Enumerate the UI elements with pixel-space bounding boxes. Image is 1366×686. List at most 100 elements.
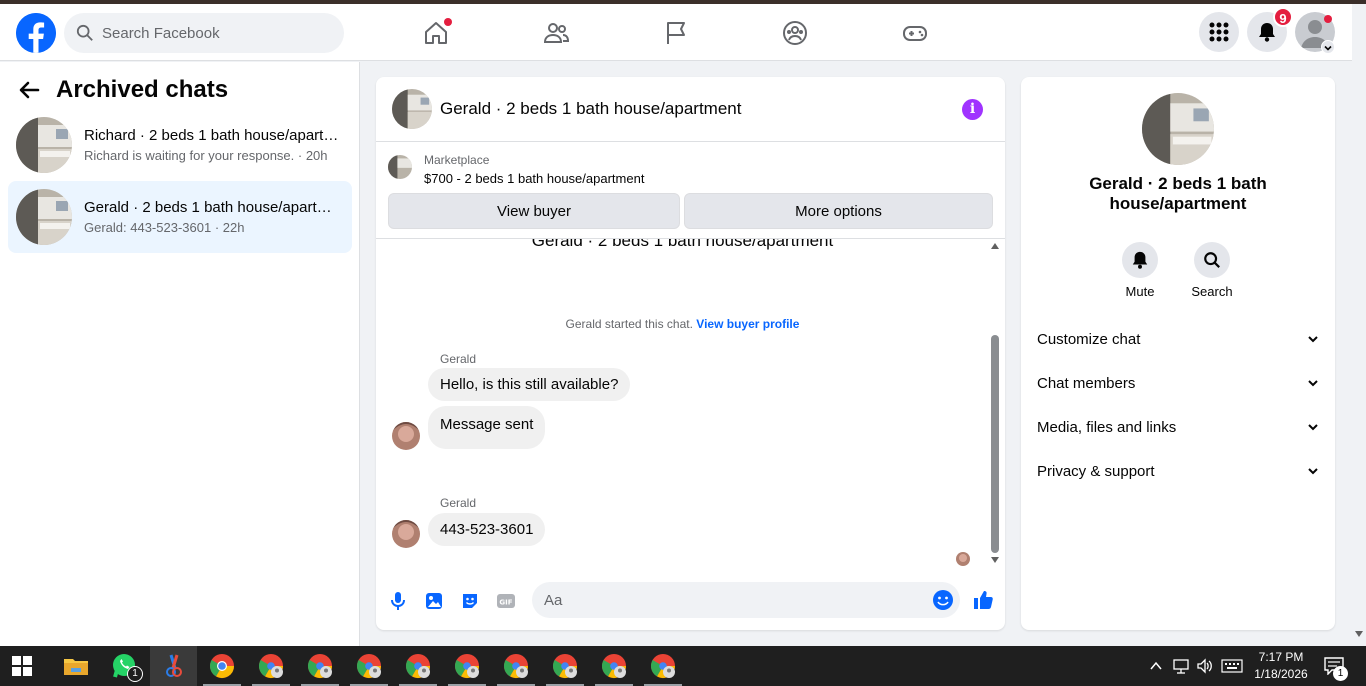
account-chevron-down-icon[interactable] [1321, 40, 1335, 54]
section-label: Privacy & support [1037, 462, 1155, 480]
chrome-profile-icon[interactable] [257, 652, 285, 680]
sender-avatar[interactable] [392, 520, 420, 548]
search-label: Search [1191, 284, 1233, 299]
page-scrollbar[interactable] [1352, 4, 1366, 646]
search-input[interactable] [102, 24, 322, 42]
chrome-profile-icon[interactable] [453, 652, 481, 680]
chrome-profile-icon[interactable] [551, 652, 579, 680]
file-explorer-icon[interactable] [62, 652, 90, 680]
message-input[interactable] [544, 591, 914, 609]
chat-item-richard[interactable]: Richard · 2 beds 1 bath house/apartment … [8, 109, 352, 181]
clock-date: 1/18/2026 [1254, 667, 1308, 681]
archived-chats-sidebar: Archived chats Richard · 2 beds 1 bath h… [0, 62, 360, 646]
chat-started-notice: Gerald started this chat. View buyer pro… [376, 317, 989, 331]
facebook-logo-icon[interactable] [16, 13, 56, 53]
chrome-profile-icon[interactable] [600, 652, 628, 680]
search-icon [76, 24, 93, 41]
message-thread[interactable]: Gerald · 2 beds 1 bath house/apartment G… [376, 239, 1005, 569]
chat-item-subtitle: Richard is waiting for your response. · … [84, 148, 328, 163]
seen-receipt-avatar [956, 552, 970, 566]
details-name: Gerald · 2 beds 1 bath house/apartment [1089, 174, 1267, 213]
info-icon[interactable]: i [962, 99, 983, 120]
account-notification-dot [1324, 15, 1332, 23]
listing-thumbnail [388, 155, 412, 179]
mute-label: Mute [1125, 284, 1155, 299]
gif-icon[interactable]: GIF [496, 591, 516, 611]
action-center-badge: 1 [1333, 666, 1348, 681]
groups-icon[interactable] [781, 19, 809, 47]
chrome-profile-icon[interactable] [306, 652, 334, 680]
menu-button[interactable] [1199, 12, 1239, 52]
chrome-profile-icon[interactable] [355, 652, 383, 680]
volume-icon[interactable] [1196, 658, 1214, 674]
keyboard-icon[interactable] [1221, 659, 1243, 673]
chrome-profile-icon[interactable] [649, 652, 677, 680]
view-buyer-profile-link[interactable]: View buyer profile [696, 317, 799, 331]
privacy-support-section[interactable]: Privacy & support [1037, 456, 1319, 486]
scrollbar-thumb[interactable] [991, 335, 999, 553]
thumbs-up-icon[interactable] [972, 589, 994, 611]
bell-icon [1132, 251, 1148, 269]
conversation-title[interactable]: Gerald · 2 beds 1 bath house/apartment [440, 99, 741, 119]
snipping-tool-icon[interactable] [160, 652, 188, 680]
mute-button[interactable]: Mute [1110, 242, 1170, 299]
message-input-box[interactable] [532, 582, 960, 618]
conversation-panel: Gerald · 2 beds 1 bath house/apartment i… [376, 77, 1005, 630]
gaming-icon[interactable] [901, 19, 929, 47]
scroll-down-arrow-icon[interactable] [991, 557, 999, 563]
listing-thumbnail [16, 189, 72, 245]
customize-chat-section[interactable]: Customize chat [1037, 324, 1319, 354]
page-scroll-down-arrow-icon[interactable] [1355, 631, 1363, 637]
media-files-links-section[interactable]: Media, files and links [1037, 412, 1319, 442]
conversation-header: Gerald · 2 beds 1 bath house/apartment i [376, 77, 1005, 142]
chat-details-panel: Gerald · 2 beds 1 bath house/apartment M… [1021, 77, 1335, 630]
back-arrow-icon[interactable] [18, 79, 40, 101]
search-in-chat-button[interactable]: Search [1182, 242, 1242, 299]
view-buyer-button[interactable]: View buyer [388, 193, 680, 229]
pages-flag-icon[interactable] [662, 19, 690, 47]
system-clock[interactable]: 7:17 PM 1/18/2026 [1244, 649, 1318, 683]
chat-members-section[interactable]: Chat members [1037, 368, 1319, 398]
chat-item-title: Richard · 2 beds 1 bath house/apartment [84, 127, 344, 144]
whatsapp-badge: 1 [127, 666, 143, 682]
show-hidden-icons-chevron-icon[interactable] [1150, 661, 1162, 671]
more-options-button[interactable]: More options [684, 193, 993, 229]
notifications-badge: 9 [1273, 7, 1293, 27]
search-icon [1204, 252, 1220, 268]
sticker-icon[interactable] [460, 591, 480, 611]
chat-item-gerald[interactable]: Gerald · 2 beds 1 bath house/apartment G… [8, 181, 352, 253]
chevron-down-icon [1308, 468, 1318, 475]
message-sender: Gerald [440, 496, 477, 510]
listing-title[interactable]: $700 - 2 beds 1 bath house/apartment [424, 171, 644, 186]
windows-start-icon[interactable] [12, 656, 32, 676]
photo-icon[interactable] [424, 591, 444, 611]
search-bar[interactable] [64, 13, 344, 53]
scroll-up-arrow-icon[interactable] [991, 243, 999, 249]
microphone-icon[interactable] [388, 591, 408, 611]
message-composer: GIF [376, 579, 1005, 623]
chevron-down-icon [1308, 424, 1318, 431]
sidebar-title: Archived chats [56, 76, 229, 103]
message-bubble[interactable]: Hello, is this still available? [428, 368, 631, 401]
chat-item-subtitle: Gerald: 443-523-3601 · 22h [84, 220, 245, 235]
thread-scrollbar[interactable] [989, 239, 1001, 569]
home-notification-dot [444, 18, 452, 26]
chrome-profile-icon[interactable] [502, 652, 530, 680]
chrome-profile-icon[interactable] [404, 652, 432, 680]
message-sender: Gerald [440, 352, 477, 366]
emoji-icon[interactable] [932, 589, 954, 611]
thread-header-title: Gerald · 2 beds 1 bath house/apartment [531, 239, 834, 250]
conversation-avatar[interactable] [392, 89, 432, 129]
chrome-icon[interactable] [208, 652, 236, 680]
chat-started-text: Gerald started this chat. [565, 317, 693, 331]
details-avatar[interactable] [1142, 93, 1214, 165]
sender-avatar[interactable] [392, 422, 420, 450]
clock-time: 7:17 PM [1258, 650, 1304, 664]
chat-item-title: Gerald · 2 beds 1 bath house/apartment [84, 199, 344, 216]
network-icon[interactable] [1172, 658, 1190, 674]
message-bubble[interactable]: 443-523-3601 [428, 513, 546, 546]
message-bubble[interactable]: Message sent [428, 406, 546, 449]
friends-icon[interactable] [542, 19, 570, 47]
top-navbar: 9 [0, 4, 1352, 61]
apps-grid-icon [1209, 22, 1229, 42]
